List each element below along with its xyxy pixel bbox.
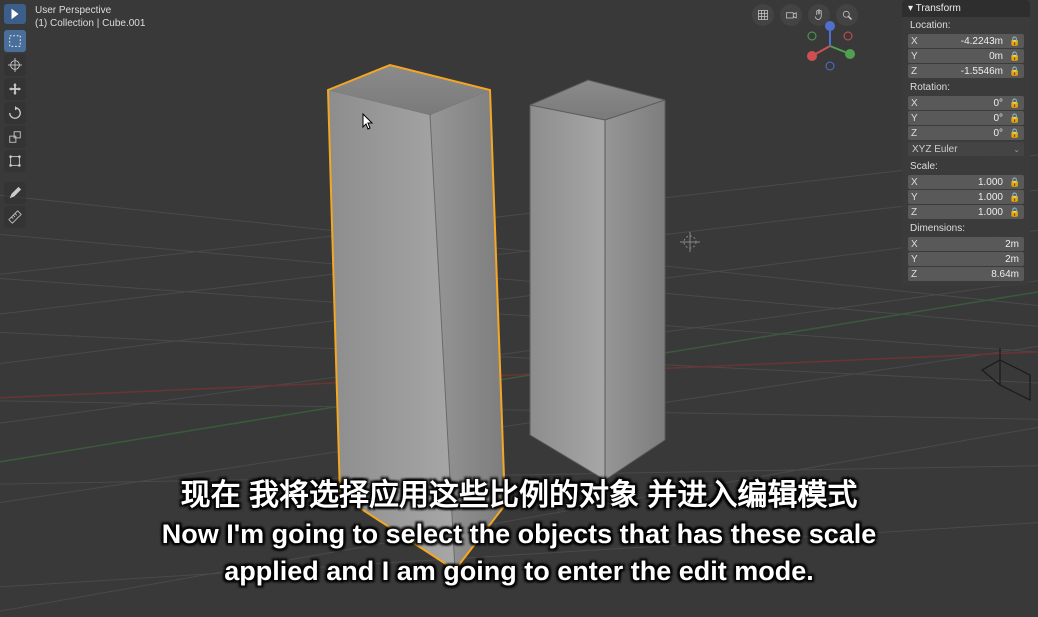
location-x-value: -4.2243m xyxy=(929,36,1005,47)
rotation-label: Rotation: xyxy=(902,79,1030,95)
cursor-play-icon xyxy=(8,7,22,21)
tool-move[interactable] xyxy=(4,78,26,100)
rotation-mode-dropdown[interactable]: XYZ Euler ⌄ xyxy=(908,142,1024,156)
pencil-icon xyxy=(8,186,22,200)
axis-label: Z xyxy=(911,128,929,139)
tool-transform[interactable] xyxy=(4,150,26,172)
dim-y-value: 2m xyxy=(929,254,1021,265)
axis-label: Y xyxy=(911,192,929,203)
lock-icon[interactable]: 🔒 xyxy=(1009,177,1021,188)
rotate-icon xyxy=(8,106,22,120)
lock-icon[interactable]: 🔒 xyxy=(1009,66,1021,77)
lock-icon[interactable]: 🔒 xyxy=(1009,36,1021,47)
location-z-value: -1.5546m xyxy=(929,66,1005,77)
toolbar-left xyxy=(4,30,26,228)
scale-label: Scale: xyxy=(902,158,1030,174)
scene-3d xyxy=(0,0,1038,617)
lock-icon[interactable]: 🔒 xyxy=(1009,98,1021,109)
location-y-value: 0m xyxy=(929,51,1005,62)
transform-panel-header[interactable]: ▾ Transform xyxy=(902,0,1030,17)
rotation-y-field[interactable]: Y 0° 🔒 xyxy=(908,111,1024,125)
axis-label: Z xyxy=(911,269,929,280)
location-z-field[interactable]: Z -1.5546m 🔒 xyxy=(908,64,1024,78)
hdr-btn-camera[interactable] xyxy=(780,4,802,26)
transform-icon xyxy=(8,154,22,168)
cursor-3d xyxy=(680,232,700,252)
scale-x-field[interactable]: X 1.000 🔒 xyxy=(908,175,1024,189)
lock-icon[interactable]: 🔒 xyxy=(1009,128,1021,139)
axis-label: X xyxy=(911,98,929,109)
axis-label: X xyxy=(911,36,929,47)
nav-gizmo[interactable] xyxy=(802,18,858,74)
axis-label: Z xyxy=(911,207,929,218)
dimensions-label: Dimensions: xyxy=(902,220,1030,236)
scale-z-value: 1.000 xyxy=(929,207,1005,218)
camera-object[interactable] xyxy=(982,348,1030,400)
tool-measure[interactable] xyxy=(4,206,26,228)
scale-x-value: 1.000 xyxy=(929,177,1005,188)
lock-icon[interactable]: 🔒 xyxy=(1009,192,1021,203)
tool-select-box[interactable] xyxy=(4,30,26,52)
dim-y-field[interactable]: Y 2m xyxy=(908,252,1024,266)
chevron-down-icon: ⌄ xyxy=(1013,145,1020,154)
axis-label: X xyxy=(911,177,929,188)
cube-selected[interactable] xyxy=(328,65,505,570)
rotation-z-field[interactable]: Z 0° 🔒 xyxy=(908,126,1024,140)
camera-icon xyxy=(785,9,797,21)
collection-label: (1) Collection | Cube.001 xyxy=(35,17,145,30)
tool-annotate[interactable] xyxy=(4,182,26,204)
axis-label: Z xyxy=(911,66,929,77)
location-y-field[interactable]: Y 0m 🔒 xyxy=(908,49,1024,63)
rotation-mode-value: XYZ Euler xyxy=(912,144,958,155)
transform-panel: ▾ Transform Location: X -4.2243m 🔒 Y 0m … xyxy=(902,0,1030,286)
tool-scale[interactable] xyxy=(4,126,26,148)
select-box-icon xyxy=(8,34,22,48)
scale-y-field[interactable]: Y 1.000 🔒 xyxy=(908,190,1024,204)
lock-icon[interactable]: 🔒 xyxy=(1009,51,1021,62)
scale-z-field[interactable]: Z 1.000 🔒 xyxy=(908,205,1024,219)
hdr-btn-grid[interactable] xyxy=(752,4,774,26)
rotation-z-value: 0° xyxy=(929,128,1005,139)
scale-icon xyxy=(8,130,22,144)
dim-z-field[interactable]: Z 8.64m xyxy=(908,267,1024,281)
axis-label: Y xyxy=(911,51,929,62)
dim-z-value: 8.64m xyxy=(929,269,1021,280)
lock-icon[interactable]: 🔒 xyxy=(1009,207,1021,218)
rotation-x-field[interactable]: X 0° 🔒 xyxy=(908,96,1024,110)
axis-label: Y xyxy=(911,254,929,265)
move-icon xyxy=(8,82,22,96)
ruler-icon xyxy=(8,210,22,224)
cube-unselected[interactable] xyxy=(530,80,665,480)
lock-icon[interactable]: 🔒 xyxy=(1009,113,1021,124)
tool-rotate[interactable] xyxy=(4,102,26,124)
object-mode-select[interactable] xyxy=(4,4,26,24)
perspective-label: User Perspective xyxy=(35,4,145,17)
dim-x-field[interactable]: X 2m xyxy=(908,237,1024,251)
viewport-3d[interactable]: User Perspective (1) Collection | Cube.0… xyxy=(0,0,1038,617)
rotation-x-value: 0° xyxy=(929,98,1005,109)
location-label: Location: xyxy=(902,17,1030,33)
grid-icon xyxy=(757,9,769,21)
axis-label: Y xyxy=(911,113,929,124)
axis-label: X xyxy=(911,239,929,250)
tool-cursor[interactable] xyxy=(4,54,26,76)
viewport-header-text: User Perspective (1) Collection | Cube.0… xyxy=(35,4,145,30)
rotation-y-value: 0° xyxy=(929,113,1005,124)
scale-y-value: 1.000 xyxy=(929,192,1005,203)
target-icon xyxy=(8,58,22,72)
dim-x-value: 2m xyxy=(929,239,1021,250)
location-x-field[interactable]: X -4.2243m 🔒 xyxy=(908,34,1024,48)
